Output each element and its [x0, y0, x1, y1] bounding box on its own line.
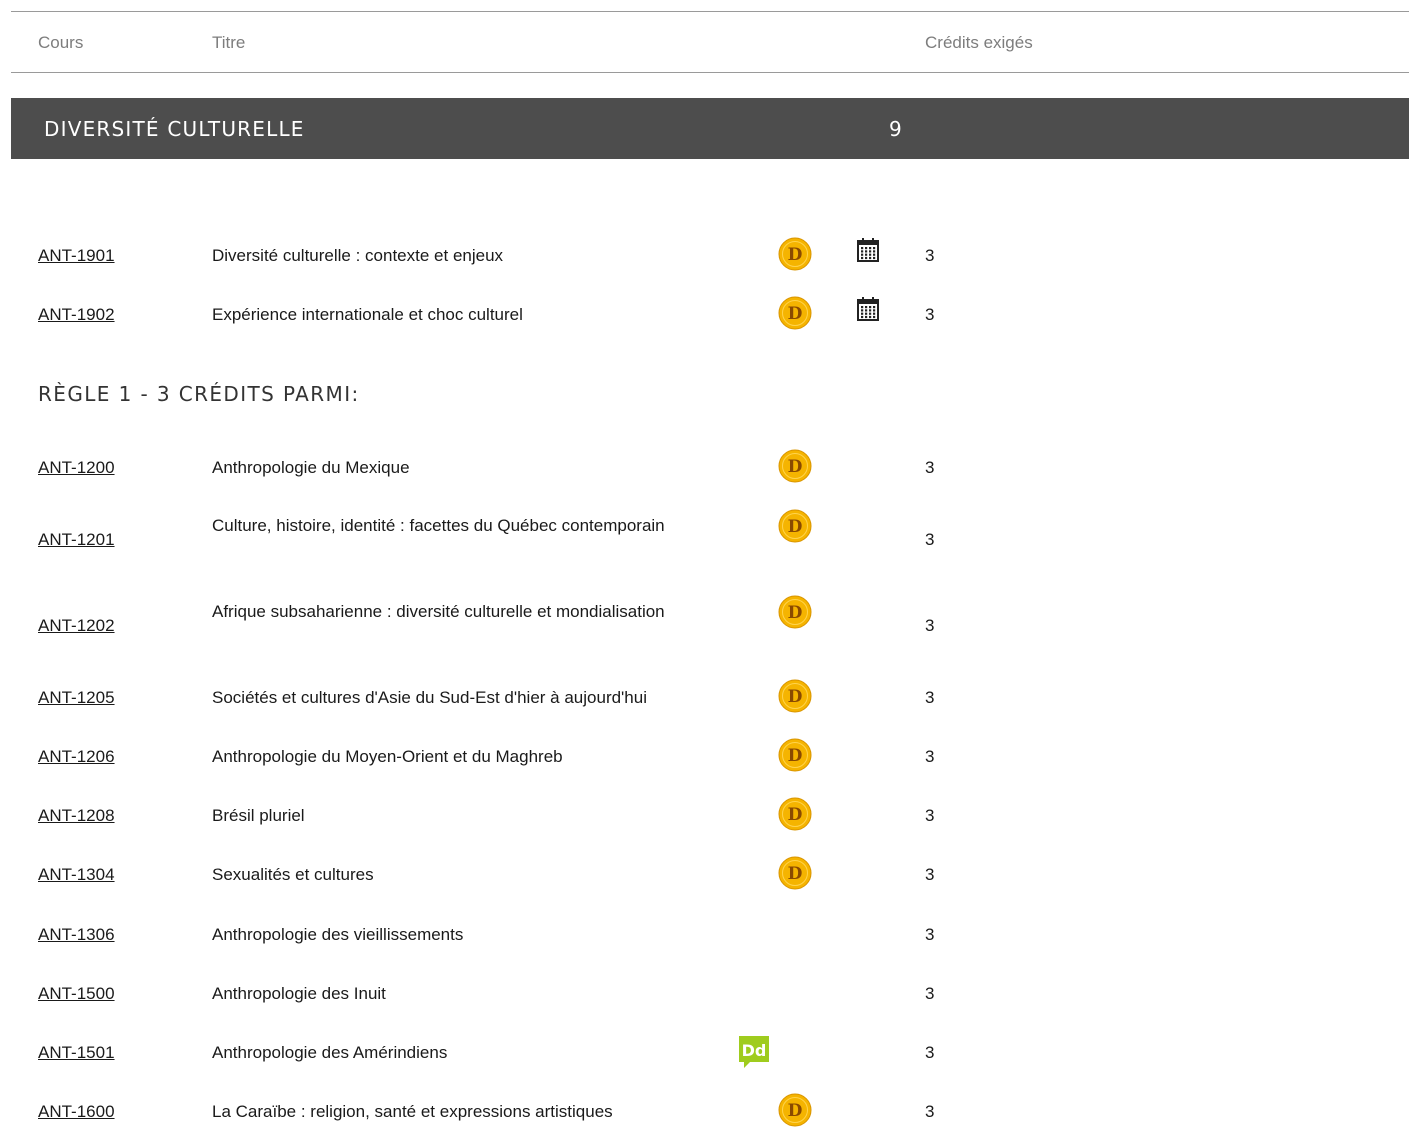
course-code-link[interactable]: ANT-1600: [38, 1102, 115, 1122]
course-code-link[interactable]: ANT-1208: [38, 806, 115, 826]
svg-text:D: D: [788, 746, 803, 766]
course-credits: 3: [925, 246, 935, 265]
course-credits: 3: [925, 305, 935, 324]
column-header-course: Cours: [38, 33, 84, 52]
course-credits: 3: [925, 1102, 935, 1121]
course-title: Sexualités et cultures: [212, 865, 374, 884]
course-title: Anthropologie du Mexique: [212, 458, 410, 477]
course-code-link[interactable]: ANT-1500: [38, 984, 115, 1004]
course-title: Anthropologie du Moyen-Orient et du Magh…: [212, 747, 563, 766]
svg-text:Dd: Dd: [742, 1041, 767, 1060]
course-credits: 3: [925, 530, 935, 549]
course-title: La Caraïbe : religion, santé et expressi…: [212, 1102, 613, 1121]
d-coin-icon[interactable]: D: [778, 595, 812, 629]
course-title: Culture, histoire, identité : facettes d…: [212, 516, 665, 535]
svg-text:D: D: [788, 1101, 803, 1121]
svg-text:D: D: [788, 864, 803, 884]
d-coin-icon[interactable]: D: [778, 449, 812, 483]
course-code-link[interactable]: ANT-1304: [38, 865, 115, 885]
course-credits: 3: [925, 984, 935, 1003]
course-title: Diversité culturelle : contexte et enjeu…: [212, 246, 504, 265]
course-code-link[interactable]: ANT-1200: [38, 458, 115, 478]
course-title: Afrique subsaharienne : diversité cultur…: [212, 602, 665, 621]
section-header-bar[interactable]: DIVERSITÉ CULTURELLE 9: [11, 98, 1409, 159]
svg-text:D: D: [788, 245, 803, 265]
header-top-rule: [11, 11, 1409, 12]
course-credits: 3: [925, 865, 935, 884]
course-title: Sociétés et cultures d'Asie du Sud-Est d…: [212, 688, 647, 707]
d-coin-icon[interactable]: D: [778, 679, 812, 713]
svg-text:D: D: [788, 805, 803, 825]
svg-text:D: D: [788, 304, 803, 324]
d-coin-icon[interactable]: D: [778, 509, 812, 543]
course-code-link[interactable]: ANT-1202: [38, 616, 115, 636]
d-coin-icon[interactable]: D: [778, 738, 812, 772]
course-credits: 3: [925, 688, 935, 707]
course-title: Expérience internationale et choc cultur…: [212, 305, 523, 324]
course-code-link[interactable]: ANT-1901: [38, 246, 115, 266]
course-code-link[interactable]: ANT-1306: [38, 925, 115, 945]
course-credits: 3: [925, 806, 935, 825]
d-coin-icon[interactable]: D: [778, 237, 812, 271]
column-header-title: Titre: [212, 33, 246, 52]
calendar-icon[interactable]: [856, 296, 880, 322]
course-credits: 3: [925, 925, 935, 944]
svg-text:D: D: [788, 457, 803, 477]
d-coin-icon[interactable]: D: [778, 856, 812, 890]
course-title: Anthropologie des Amérindiens: [212, 1043, 448, 1062]
course-title: Anthropologie des vieillissements: [212, 925, 464, 944]
svg-text:D: D: [788, 517, 803, 537]
course-code-link[interactable]: ANT-1206: [38, 747, 115, 767]
svg-text:D: D: [788, 603, 803, 623]
course-credits: 3: [925, 1043, 935, 1062]
column-header-credits: Crédits exigés: [925, 33, 1033, 52]
course-credits: 3: [925, 747, 935, 766]
svg-text:D: D: [788, 687, 803, 707]
calendar-icon[interactable]: [856, 237, 880, 263]
header-bottom-rule: [11, 72, 1409, 73]
d-coin-icon[interactable]: D: [778, 797, 812, 831]
dd-green-icon[interactable]: Dd: [738, 1035, 770, 1069]
course-credits: 3: [925, 458, 935, 477]
course-code-link[interactable]: ANT-1205: [38, 688, 115, 708]
course-code-link[interactable]: ANT-1902: [38, 305, 115, 325]
course-code-link[interactable]: ANT-1201: [38, 530, 115, 550]
rule-title: RÈGLE 1 - 3 CRÉDITS PARMI:: [38, 382, 360, 406]
course-code-link[interactable]: ANT-1501: [38, 1043, 115, 1063]
course-title: Anthropologie des Inuit: [212, 984, 386, 1003]
section-credits: 9: [889, 117, 902, 141]
d-coin-icon[interactable]: D: [778, 296, 812, 330]
course-credits: 3: [925, 616, 935, 635]
d-coin-icon[interactable]: D: [778, 1093, 812, 1127]
section-title: DIVERSITÉ CULTURELLE: [44, 117, 305, 141]
course-title: Brésil pluriel: [212, 806, 305, 825]
